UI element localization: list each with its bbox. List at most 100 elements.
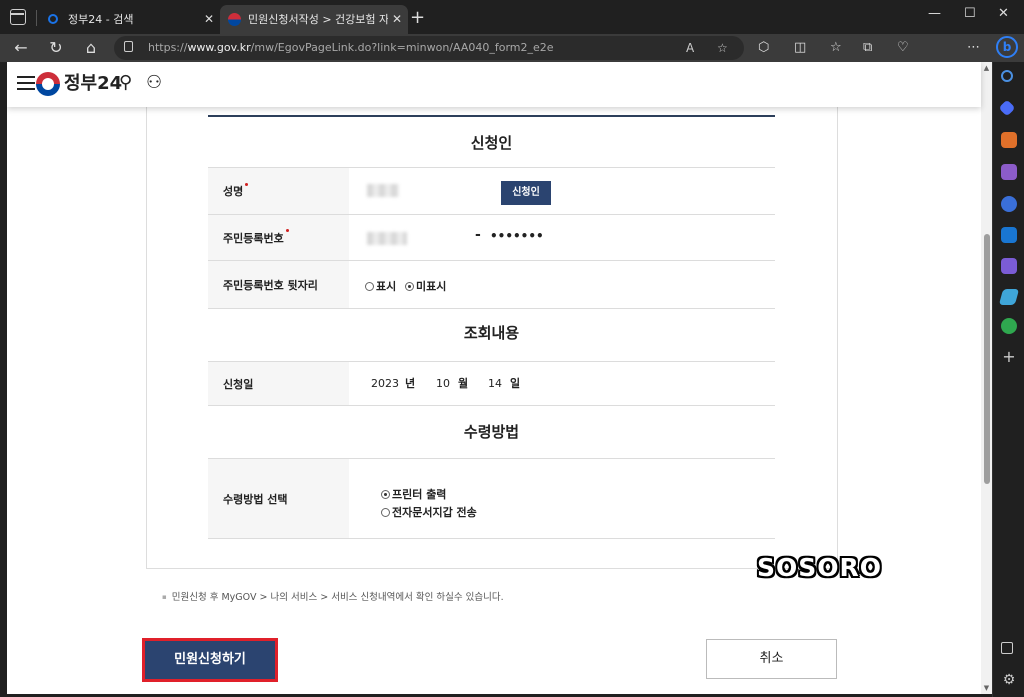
back-digits-cell: 표시 미표시 <box>349 261 775 308</box>
user-account-icon[interactable]: ⚇ <box>146 70 162 96</box>
notice-text: 민원신청 후 MyGOV > 나의 서비스 > 서비스 신청내역에서 확인 하실… <box>162 589 504 603</box>
resident-no-masked: ••••••• <box>490 229 544 243</box>
maximize-icon[interactable]: ☐ <box>964 2 976 26</box>
site-header: 정부24 ⚲ ⚇ <box>7 62 981 107</box>
name-label: 성명 <box>208 168 349 214</box>
apply-date-label: 신청일 <box>208 362 349 405</box>
browser-tab-bar: 정부24 - 검색 ✕ 민원신청서작성 > 건강보험 자격 ✕ + — ☐ ✕ <box>0 0 1024 34</box>
sidebar-shopping-icon[interactable] <box>998 99 1016 117</box>
apply-date-row: 신청일 2023 년 10 월 14 일 <box>208 362 775 406</box>
sidebar-send-icon[interactable] <box>998 289 1020 305</box>
form-top-line <box>208 115 775 117</box>
sidebar-tools-icon[interactable] <box>1001 132 1017 148</box>
gov24-favicon-icon <box>228 13 241 26</box>
name-value-blurred <box>367 184 399 197</box>
submit-application-button[interactable]: 민원신청하기 <box>142 638 278 682</box>
tab-label: 정부24 - 검색 <box>68 13 134 26</box>
required-dot <box>285 229 289 232</box>
minimize-icon[interactable]: — <box>928 2 941 26</box>
back-digits-row: 주민등록번호 뒷자리 표시 미표시 <box>208 261 775 309</box>
hide-radio[interactable] <box>405 282 414 291</box>
collections-icon[interactable]: ⧉ <box>863 36 872 60</box>
hide-option[interactable]: 미표시 <box>405 278 446 294</box>
wallet-option[interactable]: 전자문서지갑 전송 <box>381 504 477 520</box>
date-day-unit: 일 <box>510 377 521 390</box>
more-menu-icon[interactable]: ⋯ <box>967 36 980 60</box>
window-close-icon[interactable]: ✕ <box>998 2 1009 26</box>
split-screen-icon[interactable]: ◫ <box>794 36 806 60</box>
vertical-scrollbar[interactable]: ▲ ▼ <box>981 62 992 694</box>
cancel-button[interactable]: 취소 <box>706 639 837 679</box>
sidebar-m365-icon[interactable] <box>1001 196 1017 212</box>
edge-sidebar: + ⚙ <box>992 62 1024 697</box>
wallet-radio[interactable] <box>381 508 390 517</box>
show-option[interactable]: 표시 <box>365 278 396 294</box>
date-day[interactable]: 14 <box>488 362 502 406</box>
tab-search[interactable]: 정부24 - 검색 ✕ <box>40 5 220 34</box>
read-aloud-icon[interactable]: A <box>686 36 694 60</box>
required-dot <box>245 182 249 186</box>
copilot-icon[interactable]: b <box>996 36 1018 58</box>
refresh-icon[interactable]: ↻ <box>45 36 67 60</box>
receive-section-title: 수령방법 <box>463 423 520 441</box>
lock-icon <box>124 41 133 52</box>
resident-no-dash: - <box>475 227 481 243</box>
home-icon[interactable]: ⌂ <box>80 36 102 60</box>
receive-method-label: 수령방법 선택 <box>208 459 349 538</box>
receive-method-cell: 프린터 출력 전자문서지갑 전송 <box>349 459 775 538</box>
extensions-icon[interactable]: ⬡ <box>758 36 769 60</box>
scroll-down-arrow-icon[interactable]: ▼ <box>981 684 992 692</box>
sidebar-outlook-icon[interactable] <box>1001 227 1017 243</box>
name-row: 성명 신청인 <box>208 168 775 215</box>
sidebar-tree-icon[interactable] <box>1001 318 1017 334</box>
printer-radio[interactable] <box>381 490 390 499</box>
resident-no-label: 주민등록번호 <box>208 215 349 260</box>
url-text[interactable]: https://www.gov.kr/mw/EgovPageLink.do?li… <box>148 36 554 60</box>
show-radio[interactable] <box>365 282 374 291</box>
favorites-icon[interactable]: ☆ <box>830 36 842 60</box>
gov24-logo-icon[interactable] <box>36 72 60 96</box>
watermark-text: SOSORO <box>757 553 883 582</box>
browser-toolbar: ← ↻ ⌂ https://www.gov.kr/mw/EgovPageLink… <box>0 34 1024 90</box>
name-value-cell: 신청인 <box>349 168 775 214</box>
date-year-unit: 년 <box>405 377 416 390</box>
printer-option[interactable]: 프린터 출력 <box>381 486 446 502</box>
applicant-button[interactable]: 신청인 <box>501 181 551 205</box>
receive-table: 수령방법 선택 프린터 출력 전자문서지갑 전송 <box>208 458 775 539</box>
search-favicon-icon <box>48 14 58 24</box>
query-section-title: 조회내용 <box>463 324 520 342</box>
date-year[interactable]: 2023 <box>371 362 399 406</box>
resident-no-cell: - ••••••• <box>349 215 775 260</box>
resident-no-row: 주민등록번호 - ••••••• <box>208 215 775 261</box>
site-logo-text[interactable]: 정부24 <box>64 72 122 96</box>
address-bar[interactable]: https://www.gov.kr/mw/EgovPageLink.do?li… <box>114 36 744 60</box>
favorite-star-icon[interactable]: ☆ <box>717 36 728 60</box>
receive-method-row: 수령방법 선택 프린터 출력 전자문서지갑 전송 <box>208 459 775 539</box>
menu-hamburger-icon[interactable] <box>17 76 35 90</box>
tab-label: 민원신청서작성 > 건강보험 자격 <box>248 13 400 26</box>
sidebar-add-icon[interactable]: + <box>1001 349 1017 365</box>
tab-close-icon[interactable]: ✕ <box>204 5 214 34</box>
sidebar-search-icon[interactable] <box>1001 70 1013 82</box>
back-arrow-icon[interactable]: ← <box>10 36 32 60</box>
sidebar-designer-icon[interactable] <box>1001 258 1017 274</box>
tab-actions-icon[interactable] <box>10 9 26 25</box>
site-search-icon[interactable]: ⚲ <box>119 70 132 96</box>
tab-close-icon[interactable]: ✕ <box>387 5 402 34</box>
resident-no-front-blurred <box>367 232 407 245</box>
tab-separator <box>36 10 37 26</box>
apply-date-cell: 2023 년 10 월 14 일 <box>349 362 775 405</box>
applicant-section-title: 신청인 <box>470 134 513 152</box>
sidebar-panel-icon[interactable] <box>1001 642 1013 654</box>
sidebar-games-icon[interactable] <box>1001 164 1017 180</box>
tab-application-form[interactable]: 민원신청서작성 > 건강보험 자격 ✕ <box>220 5 408 34</box>
date-month[interactable]: 10 <box>436 362 450 406</box>
applicant-table: 성명 신청인 주민등록번호 - ••••••• 주민등록번호 뒷자리 표시 미표… <box>208 167 775 309</box>
scroll-up-arrow-icon[interactable]: ▲ <box>981 64 992 72</box>
page-viewport: 정부24 ⚲ ⚇ 신청인 성명 신청인 주민등록번호 - ••••••• 주민등… <box>7 62 992 694</box>
date-month-unit: 월 <box>458 377 469 390</box>
sidebar-settings-icon[interactable]: ⚙ <box>1001 672 1017 688</box>
scrollbar-thumb[interactable] <box>984 234 990 484</box>
browser-essentials-icon[interactable]: ♡ <box>897 36 909 60</box>
new-tab-plus-icon[interactable]: + <box>410 6 425 30</box>
